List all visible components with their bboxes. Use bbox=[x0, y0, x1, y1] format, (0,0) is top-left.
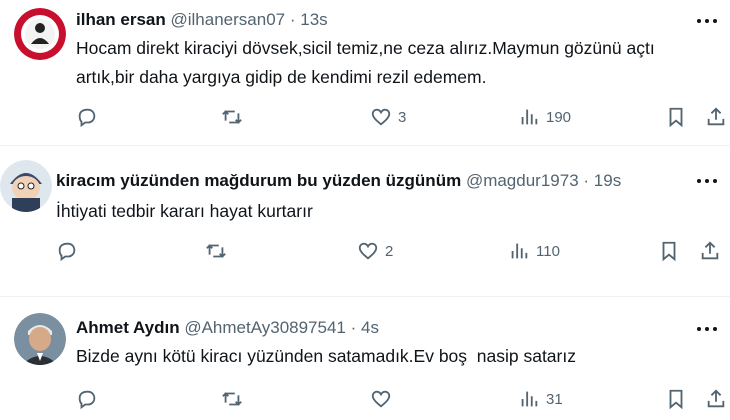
divider bbox=[0, 296, 730, 297]
like-icon bbox=[358, 242, 378, 260]
share-button[interactable] bbox=[699, 238, 721, 264]
more-button[interactable] bbox=[694, 318, 720, 340]
tweet-text: İhtiyati tedbir kararı hayat kurtarır bbox=[56, 197, 313, 226]
tweet-text-line: Bizde aynı kötü kiracı yüzünden satamadı… bbox=[76, 346, 576, 366]
tweet-actions: 2 110 bbox=[0, 238, 730, 264]
views-button[interactable]: 190 bbox=[518, 104, 571, 130]
like-button[interactable]: 3 bbox=[370, 104, 406, 130]
timestamp[interactable]: 13s bbox=[300, 10, 327, 29]
display-name[interactable]: kiracım yüzünden mağdurum bu yüzden üzgü… bbox=[56, 171, 461, 190]
bookmark-icon bbox=[669, 389, 683, 410]
retweet-button[interactable] bbox=[221, 386, 249, 412]
more-icon bbox=[697, 327, 717, 331]
reply-icon bbox=[78, 108, 96, 128]
avatar[interactable] bbox=[0, 160, 52, 212]
reply-icon bbox=[58, 242, 76, 262]
separator-dot: · bbox=[583, 171, 590, 190]
views-icon bbox=[521, 391, 538, 407]
tweet-actions: 31 bbox=[0, 386, 730, 412]
separator-dot: · bbox=[289, 10, 296, 29]
like-button[interactable]: 2 bbox=[357, 238, 393, 264]
tweet-header: ilhan ersan @ilhanersan07 · 13s bbox=[76, 9, 328, 31]
avatar-image bbox=[14, 313, 66, 365]
bookmark-icon bbox=[662, 241, 676, 262]
tweet-text: Hocam direkt kiraciyi dövsek,sicil temiz… bbox=[76, 34, 655, 92]
tweet-text: Bizde aynı kötü kiracı yüzünden satamadı… bbox=[76, 342, 576, 371]
reply-icon bbox=[78, 390, 96, 410]
views-count: 110 bbox=[536, 242, 560, 260]
share-button[interactable] bbox=[705, 104, 727, 130]
like-button[interactable] bbox=[370, 386, 398, 412]
views-icon bbox=[521, 109, 538, 125]
views-count: 190 bbox=[546, 108, 572, 126]
reply-button[interactable] bbox=[76, 386, 104, 412]
like-icon bbox=[371, 108, 391, 126]
views-button[interactable]: 110 bbox=[508, 238, 560, 264]
user-handle[interactable]: @magdur1973 bbox=[466, 171, 579, 190]
retweet-button[interactable] bbox=[205, 238, 233, 264]
share-icon bbox=[707, 389, 725, 408]
reply-button[interactable] bbox=[56, 238, 84, 264]
bookmark-button[interactable] bbox=[665, 386, 687, 412]
tweet-actions: 3 190 bbox=[0, 104, 730, 130]
retweet-button[interactable] bbox=[221, 104, 249, 130]
avatar-image bbox=[0, 160, 52, 212]
retweet-icon bbox=[222, 392, 242, 406]
share-icon bbox=[701, 241, 719, 260]
tweet-header: Ahmet Aydın @AhmetAy30897541 · 4s bbox=[76, 317, 379, 339]
avatar-image bbox=[14, 8, 66, 60]
divider bbox=[0, 145, 730, 146]
display-name[interactable]: ilhan ersan bbox=[76, 10, 166, 29]
timestamp[interactable]: 4s bbox=[361, 318, 379, 337]
bookmark-button[interactable] bbox=[658, 238, 680, 264]
user-handle[interactable]: @ilhanersan07 bbox=[171, 10, 286, 29]
tweet-text-line: artık,bir daha yargıya gidip de kendimi … bbox=[76, 67, 487, 87]
views-count: 31 bbox=[546, 390, 563, 408]
more-button[interactable] bbox=[694, 170, 720, 192]
more-icon bbox=[697, 19, 717, 23]
separator-dot: · bbox=[350, 318, 357, 337]
like-icon bbox=[371, 390, 391, 408]
share-icon bbox=[707, 107, 725, 126]
retweet-icon bbox=[206, 244, 226, 258]
more-icon bbox=[697, 179, 717, 183]
tweet-header: kiracım yüzünden mağdurum bu yüzden üzgü… bbox=[56, 170, 621, 192]
reply-button[interactable] bbox=[76, 104, 104, 130]
like-count: 3 bbox=[398, 108, 407, 126]
timestamp[interactable]: 19s bbox=[594, 171, 621, 190]
like-count: 2 bbox=[385, 242, 394, 260]
avatar[interactable] bbox=[14, 313, 66, 365]
bookmark-icon bbox=[669, 107, 683, 128]
display-name[interactable]: Ahmet Aydın bbox=[76, 318, 180, 337]
retweet-icon bbox=[222, 110, 242, 124]
tweet-text-line: Hocam direkt kiraciyi dövsek,sicil temiz… bbox=[76, 38, 655, 58]
share-button[interactable] bbox=[705, 386, 727, 412]
bookmark-button[interactable] bbox=[665, 104, 687, 130]
tweet-text-line: İhtiyati tedbir kararı hayat kurtarır bbox=[56, 201, 313, 221]
views-icon bbox=[511, 243, 528, 259]
views-button[interactable]: 31 bbox=[518, 386, 563, 412]
user-handle[interactable]: @AhmetAy30897541 bbox=[184, 318, 346, 337]
avatar[interactable] bbox=[14, 8, 66, 60]
more-button[interactable] bbox=[694, 10, 720, 32]
